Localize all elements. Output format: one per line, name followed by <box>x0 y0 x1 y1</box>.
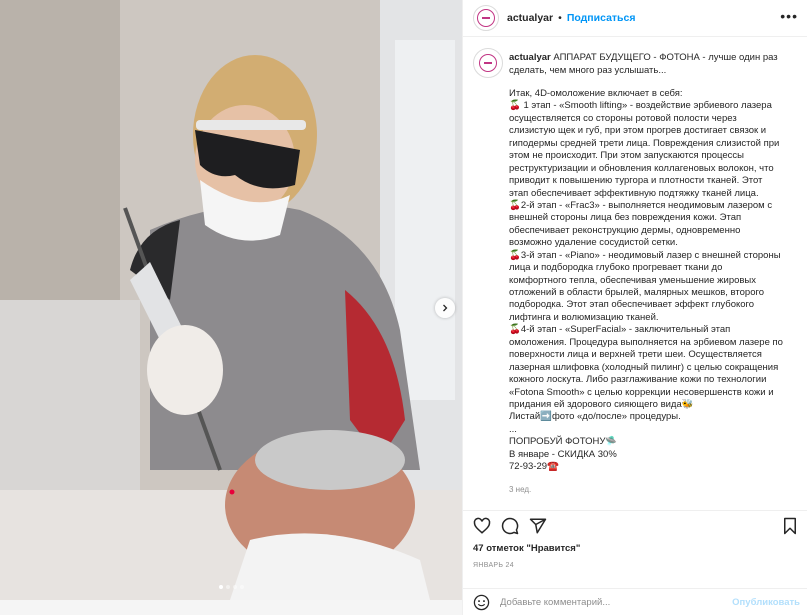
caption-line: возможно удаление сосудистой сетки. <box>509 237 678 249</box>
carousel-dots <box>0 585 462 589</box>
brand-logo-avatar[interactable] <box>473 5 499 31</box>
comment-icon[interactable] <box>501 517 519 535</box>
carousel-dot <box>232 585 237 589</box>
likes-count[interactable]: 47 отметок "Нравится" <box>473 543 580 554</box>
carousel-dot <box>239 585 244 589</box>
caption-line: этап обеспечивает эффективную подтяжку т… <box>509 187 759 199</box>
action-bar <box>463 510 807 536</box>
post-header: actualyar • Подписаться ••• <box>463 0 807 37</box>
caption-username[interactable]: actualyar <box>509 52 551 63</box>
caption-line: В январе - СКИДКА 30% <box>509 448 617 460</box>
caption-line: этом не происходит. При этом запускаются… <box>509 150 744 162</box>
post-photo[interactable] <box>0 0 462 600</box>
caption-line: 🍒 1 этап - «Smooth lifting» - воздействи… <box>509 100 772 112</box>
caption-line: 72-93-29☎️ <box>509 461 559 473</box>
carousel-dot <box>218 585 223 589</box>
caption-line: Итак, 4D-омоложение включает в себя: <box>509 88 683 99</box>
comment-box: Опубликовать <box>463 588 807 615</box>
bookmark-icon[interactable] <box>781 517 799 535</box>
caption-line: реструктуризации и обновления коллагенов… <box>509 162 774 174</box>
caption-line: «Fotona Smooth» с целью коррекции несове… <box>509 386 774 398</box>
caption-line: 🍒2-й этап - «Frac3» - выполняется неодим… <box>509 199 773 211</box>
caption-area: actualyar АППАРАТ БУДУЩЕГО - ФОТОНА - лу… <box>463 45 807 503</box>
caption-line: лифтинга и волюмизацию тканей. <box>509 311 659 323</box>
caption-line: осуществляется со стороны ротовой полост… <box>509 112 737 124</box>
paper-plane-icon[interactable] <box>529 517 547 535</box>
caption-title-block: actualyar АППАРАТ БУДУЩЕГО - ФОТОНА - лу… <box>509 51 801 77</box>
carousel-dot <box>225 585 230 589</box>
caption-line: 🍒3-й этап - «Piano» - неодимовый лазер с… <box>509 249 781 261</box>
caption-line: Листай➡️фото «до/после» процедуры. <box>509 411 681 423</box>
caption-line: обеспечивает реконструкцию дермы, одновр… <box>509 224 741 236</box>
caption-line: 🍒4-й этап - «SuperFacial» - заключительн… <box>509 324 731 336</box>
next-slide-button[interactable] <box>435 298 455 318</box>
caption-line: подбородка. Этот этап обеспечивает эффек… <box>509 299 755 311</box>
caption-line: отложений в области брылей, малярных меш… <box>509 287 765 298</box>
caption-line: внешней стороны лица без повреждения кож… <box>509 212 742 224</box>
header-username[interactable]: actualyar <box>507 12 553 24</box>
caption-line: лица и подбородка глубоко прогревает тка… <box>509 262 723 274</box>
post-date[interactable]: Январь 24 <box>473 562 514 569</box>
caption-line: кожного лоскута. Либо разглаживание кожи… <box>509 374 767 386</box>
photo-bottom-strip <box>0 600 462 615</box>
caption-line: омоложения. Процедура выполняется на эрб… <box>509 336 783 348</box>
smiley-icon[interactable] <box>473 594 490 611</box>
caption-age[interactable]: 3 нед. <box>509 485 531 494</box>
follow-button[interactable]: Подписаться <box>567 12 636 24</box>
caption-line: лазерная шлифовка (холодный пилинг) с це… <box>509 361 779 373</box>
caption-line: комфортного тепла, обеспечивая уменьшени… <box>509 274 757 286</box>
caption-line: поверхности лица и верхней трети шеи. Ос… <box>509 349 762 361</box>
caption-text: actualyar АППАРАТ БУДУЩЕГО - ФОТОНА - лу… <box>509 51 801 474</box>
caption-line: ПОПРОБУЙ ФОТОНУ🛸 <box>509 436 618 448</box>
heart-icon[interactable] <box>473 517 491 535</box>
chevron-right-icon <box>443 304 448 312</box>
caption-line: приводит к повышению тургора и плотности… <box>509 175 763 187</box>
post-details-panel: actualyar • Подписаться ••• actualyar АП… <box>462 0 807 615</box>
caption-line: слизистую щек и губ, при этом прогрев до… <box>509 125 767 137</box>
more-options-icon[interactable]: ••• <box>780 8 798 24</box>
caption-line: ... <box>509 423 517 435</box>
caption-body: Итак, 4D-омоложение включает в себя: 🍒 1 … <box>509 88 801 474</box>
photo-illustration <box>0 0 462 600</box>
header-separator: • <box>558 12 562 24</box>
caption-line: гиподермы средней трети лица. Повреждени… <box>509 137 780 149</box>
caption-line: придания ей здорового сияющего вида🐝 <box>509 398 694 410</box>
publish-button[interactable]: Опубликовать <box>732 597 800 608</box>
comment-input[interactable] <box>500 596 715 608</box>
caption-avatar[interactable] <box>473 48 503 78</box>
